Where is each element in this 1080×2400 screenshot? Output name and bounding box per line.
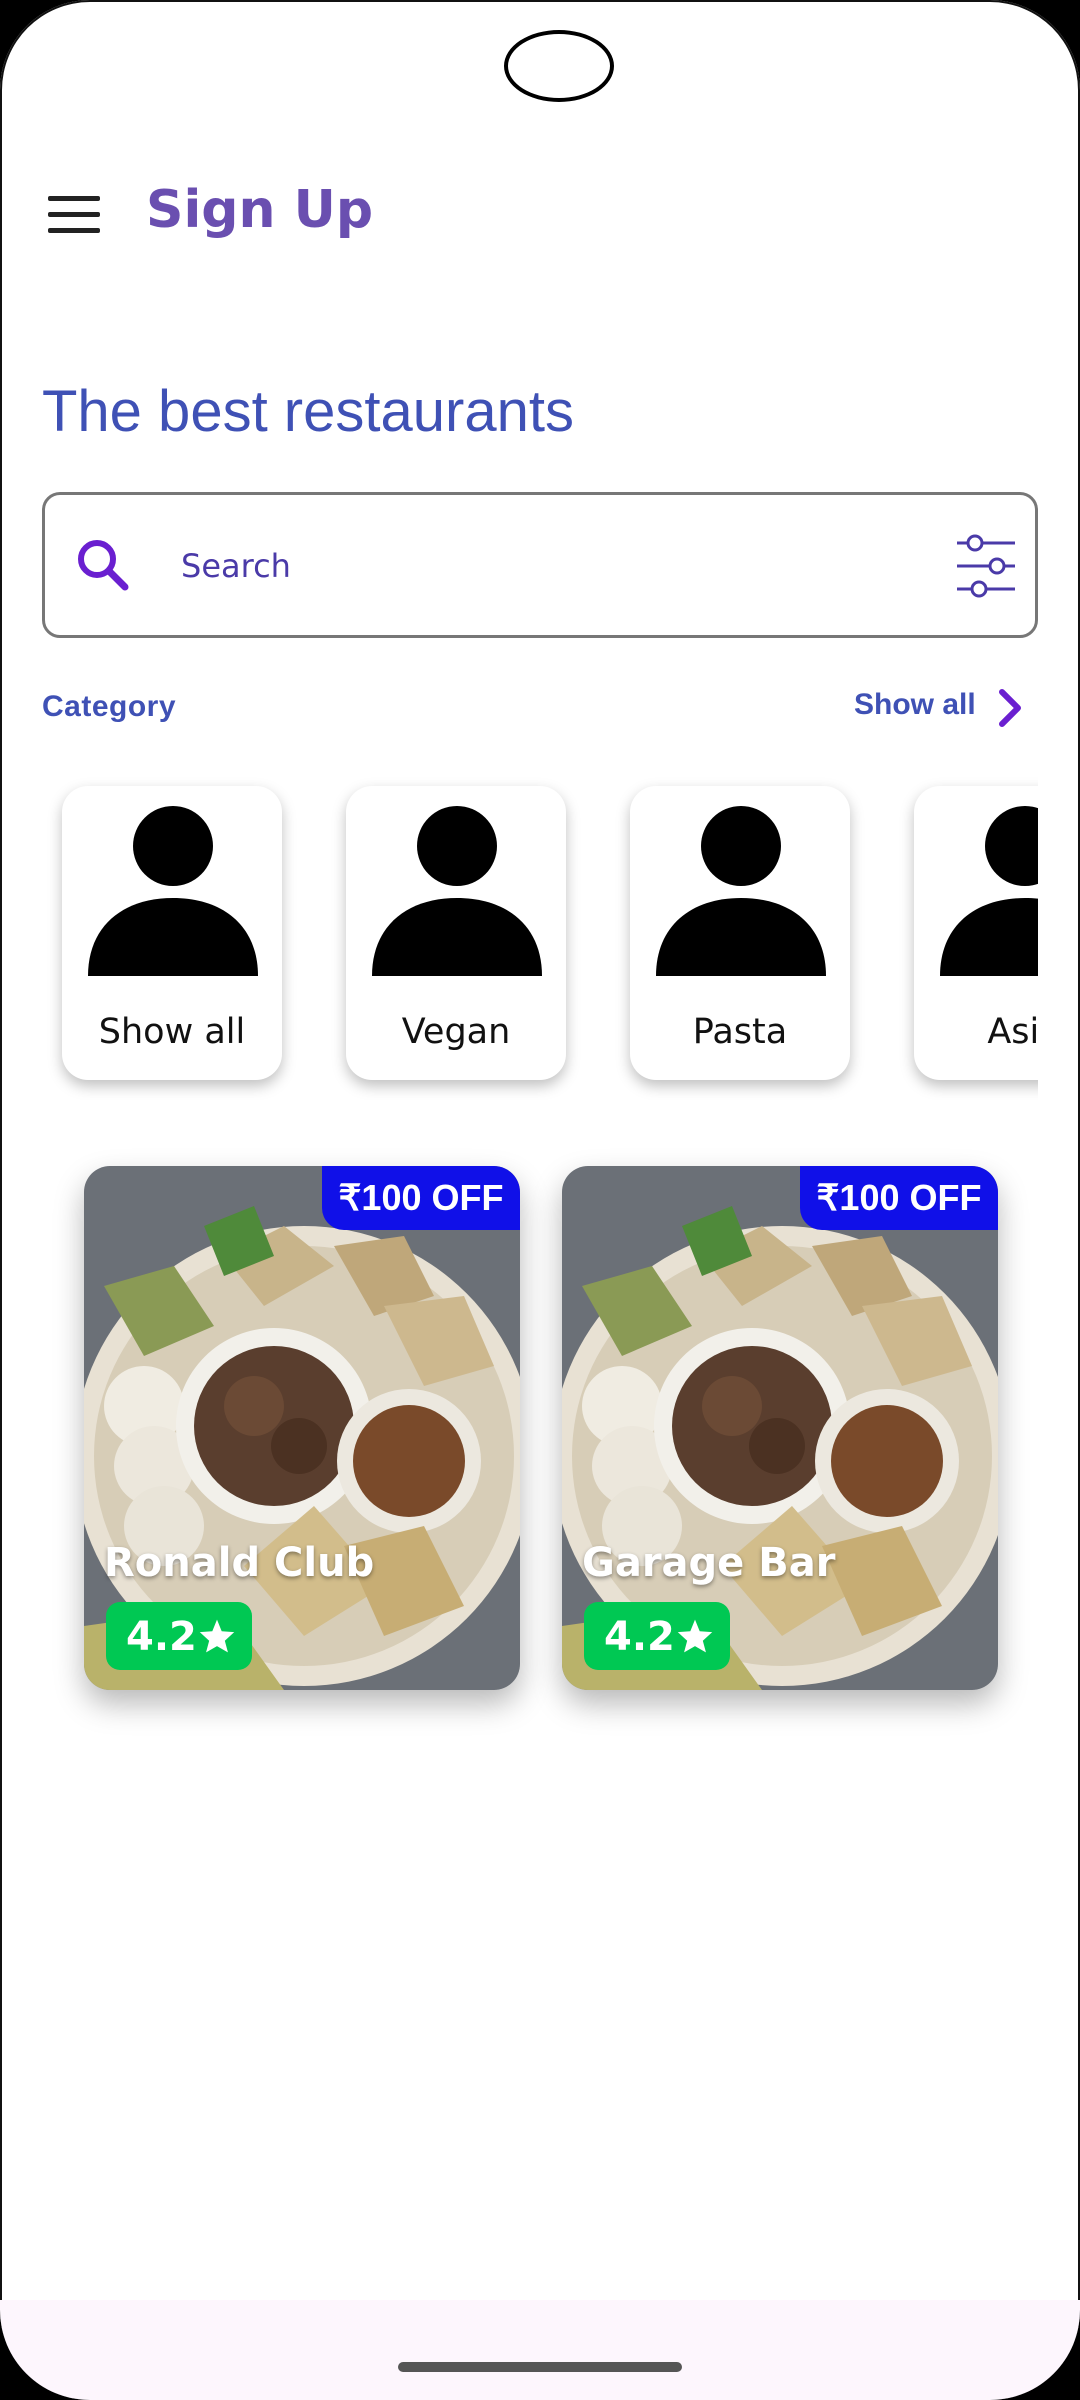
person-icon — [940, 806, 1038, 976]
restaurant-card[interactable]: ₹100 OFF Garage Bar 4.2 — [562, 1166, 998, 1690]
search-input[interactable] — [179, 533, 943, 599]
page-title: Sign Up — [146, 180, 374, 240]
search-icon[interactable] — [69, 531, 139, 601]
section-heading: The best restaurants — [42, 379, 574, 444]
restaurant-card[interactable]: ₹100 OFF Ronald Club 4.2 — [84, 1166, 520, 1690]
person-icon — [372, 806, 542, 976]
category-item[interactable]: Asia — [914, 786, 1038, 1080]
category-label: Category — [42, 690, 177, 723]
category-item[interactable]: Show all — [62, 786, 282, 1080]
person-icon — [656, 806, 826, 976]
rating-value: 4.2 — [126, 1614, 197, 1660]
star-icon — [199, 1619, 235, 1653]
restaurant-name: Ronald Club — [104, 1540, 375, 1586]
restaurant-name: Garage Bar — [582, 1540, 836, 1586]
person-icon — [88, 806, 258, 976]
phone-screen: Sign Up The best restaurants Category Sh… — [0, 0, 1080, 2400]
star-icon — [677, 1619, 713, 1653]
top-app-bar: Sign Up — [0, 170, 1080, 270]
rating-badge: 4.2 — [106, 1602, 252, 1670]
category-label-text: Pasta — [692, 1012, 788, 1052]
home-indicator[interactable] — [398, 2362, 682, 2372]
navigation-bar — [0, 2300, 1080, 2400]
category-label-text: Asia — [987, 1012, 1038, 1052]
filter-icon[interactable] — [955, 533, 1017, 599]
search-bar[interactable] — [42, 492, 1038, 638]
category-item[interactable]: Vegan — [346, 786, 566, 1080]
offer-badge: ₹100 OFF — [800, 1166, 998, 1230]
category-list: Show all Vegan Pasta Asia — [42, 770, 1038, 1100]
menu-icon[interactable] — [48, 196, 100, 236]
category-label-text: Show all — [98, 1012, 246, 1052]
chevron-right-icon[interactable] — [992, 686, 1032, 730]
show-all-label: Show all — [854, 688, 976, 721]
show-all-link[interactable]: Show all — [854, 688, 1021, 738]
rating-badge: 4.2 — [584, 1602, 730, 1670]
rating-value: 4.2 — [604, 1614, 675, 1660]
front-camera — [504, 30, 614, 102]
category-label-text: Vegan — [401, 1012, 511, 1052]
category-item[interactable]: Pasta — [630, 786, 850, 1080]
offer-badge: ₹100 OFF — [322, 1166, 520, 1230]
